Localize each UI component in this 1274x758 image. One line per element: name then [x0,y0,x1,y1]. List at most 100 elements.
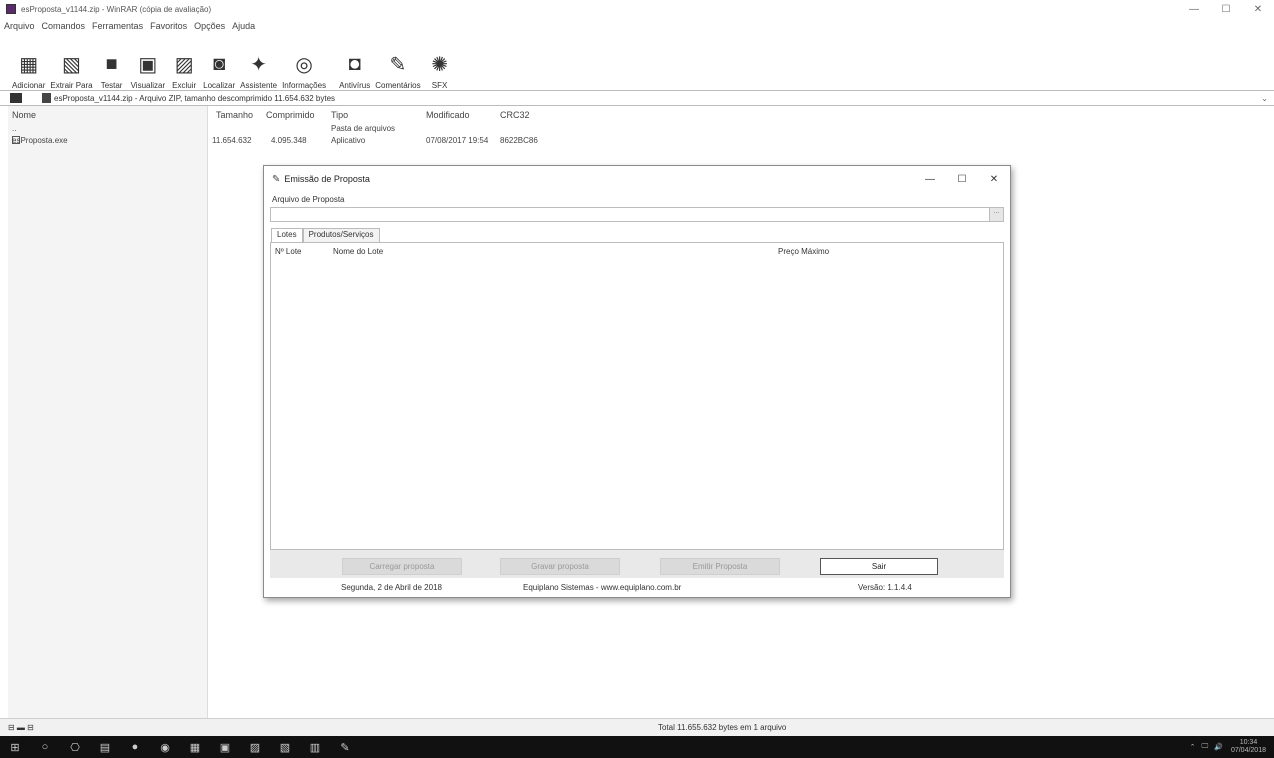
info-icon: ◎ [295,53,313,76]
file-crc-cell: 8622BC86 [500,136,538,145]
antivirus-button[interactable]: ◘ Antivírus [339,50,370,91]
clock-time: 10:34 [1239,739,1258,746]
dialog-company: Equiplano Sistemas - www.equiplano.com.b… [523,583,682,592]
load-proposal-button[interactable]: Carregar proposta [342,558,462,575]
menu-comandos[interactable]: Comandos [42,21,86,31]
close-button[interactable]: ✕ [1242,4,1274,15]
file-list-header: Nome Tamanho Comprimido Tipo Modificado … [0,110,1274,122]
column-modified[interactable]: Modificado [426,110,470,120]
chrome-icon[interactable]: ● [120,741,150,753]
file-size-cell: 11.654.632 [212,136,252,145]
extract-button[interactable]: ▧ Extrair Para [50,50,92,91]
tray-network-icon[interactable]: 🖵 [1201,743,1208,751]
file-type-cell: Aplicativo [331,136,366,145]
dialog-maximize-button[interactable]: ☐ [946,174,978,185]
edge-icon[interactable]: ⎔ [60,741,90,754]
delete-icon: ▨ [174,53,194,76]
dialog-tabs: Lotes Produtos/Serviços [271,228,380,242]
list-item[interactable]: esProposta.exe 11.654.632 4.095.348 Apli… [0,136,1274,150]
test-icon: ■ [105,52,118,75]
add-button[interactable]: ▦ Adicionar [12,50,45,91]
proposal-file-label: Arquivo de Proposta [272,195,345,204]
tab-lotes[interactable]: Lotes [271,228,303,242]
status-total: Total 11.655.632 bytes em 1 arquivo [658,723,787,732]
dialog-minimize-button[interactable]: — [914,174,946,185]
chevron-down-icon[interactable]: ⌄ [1261,94,1268,103]
sfx-button[interactable]: ✺ SFX [426,50,454,91]
file-modified-cell: 07/08/2017 19:54 [426,136,489,145]
path-bar: esProposta_v1144.zip - Arquivo ZIP, tama… [0,90,1274,106]
parent-folder-type: Pasta de arquivos [331,124,396,133]
menu-bar: Arquivo Comandos Ferramentas Favoritos O… [0,18,262,34]
grid-header-lot-number: Nº Lote [275,247,302,256]
proposal-dialog: ✎ Emissão de Proposta — ☐ ✕ Arquivo de P… [263,165,1011,598]
menu-ferramentas[interactable]: Ferramentas [92,21,143,31]
browse-button[interactable]: ... [989,208,1003,221]
dialog-button-bar: Carregar proposta Gravar proposta Emitir… [270,550,1004,578]
grid-header-max-price: Preço Máximo [778,247,830,256]
clock-date: 07/04/2018 [1230,747,1266,754]
extract-icon: ▧ [62,53,81,76]
system-tray: ⌃ 🖵 🔊 10:34 07/04/2018 [1184,739,1274,755]
column-size[interactable]: Tamanho [216,110,253,120]
dialog-version: Versão: 1.1.4.4 [858,583,912,592]
taskbar-app-icon[interactable]: ▧ [270,741,300,754]
find-icon: ◙ [213,52,226,75]
toolbar: ▦ Adicionar ▧ Extrair Para ■ Testar ▣ Vi… [12,34,459,91]
folder-tree-panel [8,106,208,718]
dialog-window-controls: — ☐ ✕ [914,174,1010,185]
dialog-titlebar: ✎ Emissão de Proposta — ☐ ✕ [264,166,1010,192]
proposal-file-field[interactable]: ... [270,207,1004,222]
find-button[interactable]: ◙ Localizar [203,50,235,91]
grid-header-lot-name: Nome do Lote [333,247,384,256]
file-packed-cell: 4.095.348 [271,136,307,145]
menu-opcoes[interactable]: Opções [194,21,225,31]
wizard-icon: ✦ [250,53,267,76]
start-button[interactable]: ⊞ [0,741,30,754]
delete-button[interactable]: ▨ Excluir [170,50,198,91]
browser-icon[interactable]: ◉ [150,741,180,754]
antivirus-icon: ◘ [348,52,361,75]
lots-grid[interactable]: Nº Lote Nome do Lote Preço Máximo [270,242,1004,550]
menu-ajuda[interactable]: Ajuda [232,21,255,31]
menu-arquivo[interactable]: Arquivo [4,21,35,31]
taskbar: ⊞ ○ ⎔ ▤ ● ◉ ▦ ▣ ▨ ▧ ▥ ✎ ⌃ 🖵 🔊 10:34 07/0… [0,736,1274,758]
tab-produtos-servicos[interactable]: Produtos/Serviços [302,228,380,242]
comment-icon: ✎ [389,53,407,76]
window-controls: — ☐ ✕ [1178,4,1274,15]
emit-proposal-button[interactable]: Emitir Proposta [660,558,780,575]
column-packed[interactable]: Comprimido [266,110,315,120]
dialog-date: Segunda, 2 de Abril de 2018 [341,583,442,592]
up-folder-icon[interactable] [10,93,22,103]
maximize-button[interactable]: ☐ [1210,4,1242,15]
dialog-close-button[interactable]: ✕ [978,174,1010,185]
save-proposal-button[interactable]: Gravar proposta [500,558,620,575]
dialog-status-bar: Segunda, 2 de Abril de 2018 Equiplano Si… [264,578,1012,598]
taskbar-app-icon[interactable]: ▥ [300,741,330,754]
add-icon: ▦ [19,53,39,76]
taskbar-app-icon[interactable]: ▣ [210,741,240,754]
tray-chevron-icon[interactable]: ⌃ [1190,743,1196,751]
taskbar-app-icon[interactable]: ▦ [180,741,210,754]
wizard-button[interactable]: ✦ Assistente [240,50,277,91]
column-crc32[interactable]: CRC32 [500,110,530,120]
taskbar-proposal-icon[interactable]: ✎ [330,741,360,754]
menu-favoritos[interactable]: Favoritos [150,21,187,31]
search-icon[interactable]: ○ [30,741,60,753]
taskbar-clock[interactable]: 10:34 07/04/2018 [1231,739,1266,755]
explorer-icon[interactable]: ▤ [90,741,120,754]
info-button[interactable]: ◎ Informações [282,50,326,91]
column-name[interactable]: Nome [12,110,36,120]
dialog-title: Emissão de Proposta [284,174,370,184]
taskbar-app-icon[interactable]: ▨ [240,741,270,754]
dialog-app-icon: ✎ [272,173,281,185]
view-button[interactable]: ▣ Visualizar [131,50,166,91]
exit-button[interactable]: Sair [820,558,938,575]
sfx-icon: ✺ [431,53,448,76]
test-button[interactable]: ■ Testar [98,50,126,91]
winrar-app-icon [6,4,16,14]
comment-button[interactable]: ✎ Comentários [375,50,420,91]
column-type[interactable]: Tipo [331,110,348,120]
minimize-button[interactable]: — [1178,4,1210,15]
tray-volume-icon[interactable]: 🔊 [1214,743,1223,751]
